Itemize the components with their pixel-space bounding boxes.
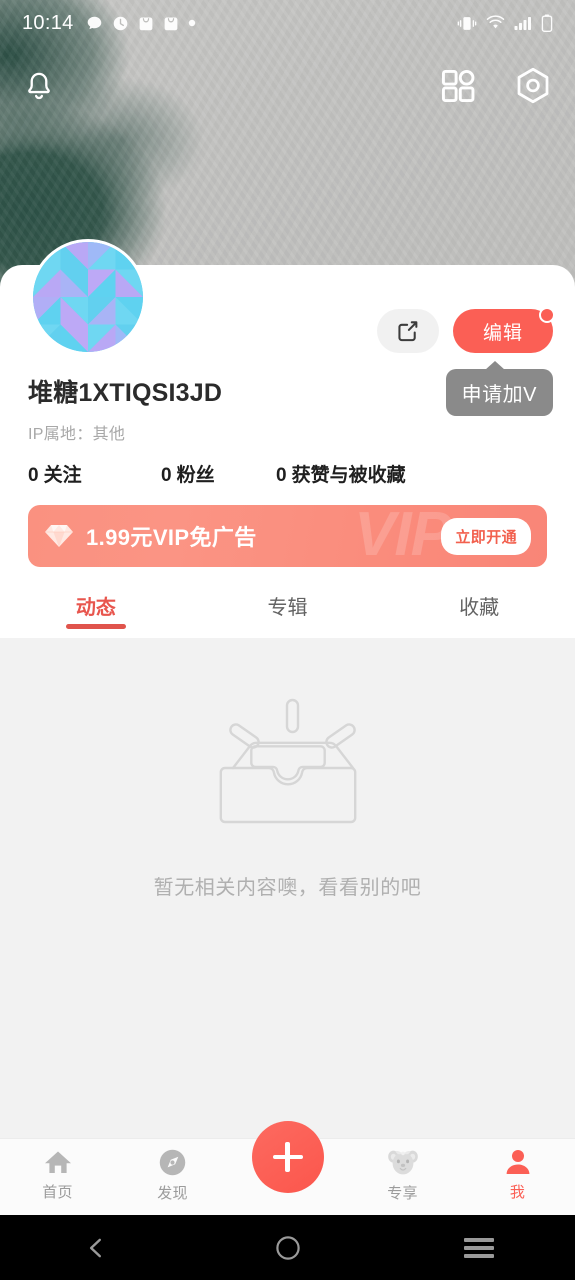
stat-following-label: 关注	[43, 465, 82, 486]
vip-banner-text: 1.99元VIP免广告	[86, 525, 257, 550]
dot-icon	[188, 19, 195, 27]
top-action-bar	[0, 52, 575, 120]
stat-likes-label: 获赞与被收藏	[291, 465, 406, 486]
status-bar: 10:14	[0, 0, 575, 46]
profile-tabs: 动态 专辑 收藏	[0, 585, 575, 638]
bag-icon	[139, 17, 152, 30]
status-bar-system-icons	[457, 14, 553, 32]
stat-following-count: 0	[28, 465, 39, 486]
tab-content-area: 暂无相关内容噢，看看别的吧	[0, 638, 575, 1142]
nav-label-home: 首页	[42, 1184, 73, 1201]
compass-icon	[159, 1149, 186, 1176]
clock-icon	[113, 16, 127, 30]
bag-icon	[164, 17, 177, 30]
person-icon	[506, 1150, 529, 1174]
vibrate-icon	[457, 16, 477, 30]
profile-stats: 0 关注 0 粉丝 0 获赞与被收藏	[28, 460, 406, 487]
nav-item-discover[interactable]: 发现	[115, 1139, 230, 1203]
android-recents-button[interactable]	[383, 1234, 575, 1262]
signal-icon	[514, 17, 531, 30]
stat-followers-count: 0	[161, 465, 172, 486]
wifi-icon	[486, 15, 505, 29]
diamond-icon	[44, 522, 74, 550]
vip-watermark: VIP	[354, 505, 452, 567]
hexagon-settings-icon[interactable]	[513, 66, 553, 106]
apply-verification-tooltip[interactable]: 申请加V	[445, 361, 553, 416]
grid-icon[interactable]	[439, 67, 477, 105]
avatar[interactable]	[30, 239, 146, 355]
status-bar-notifications	[86, 15, 196, 32]
profile-card: 编辑 申请加V 堆糖1XTIQSI3JD IP属地：其他 0 关注 0 粉丝 0 获赞…	[0, 239, 575, 638]
page-title: 堆糖1XTIQSI3JD	[28, 379, 223, 407]
home-icon	[44, 1151, 71, 1173]
share-button[interactable]	[377, 309, 439, 353]
edit-badge-dot	[539, 307, 555, 323]
nav-label-profile: 我	[509, 1184, 526, 1201]
android-navigation-bar	[0, 1215, 575, 1280]
stat-followers[interactable]: 0 粉丝	[161, 460, 276, 487]
status-bar-clock: 10:14	[22, 11, 74, 34]
stat-likes-count: 0	[276, 465, 287, 486]
edit-profile-button[interactable]: 编辑	[453, 307, 555, 353]
stat-following[interactable]: 0 关注	[28, 460, 161, 487]
nav-label-exclusive: 专享	[387, 1185, 418, 1202]
home-circle-icon	[275, 1235, 300, 1260]
tab-albums[interactable]: 专辑	[192, 585, 384, 620]
vip-banner[interactable]: VIP 1.99元VIP免广告 立即开通	[28, 505, 547, 567]
tab-dynamics[interactable]: 动态	[0, 585, 192, 620]
back-chevron-icon	[89, 1238, 101, 1257]
stat-followers-label: 粉丝	[176, 465, 215, 486]
bear-icon	[387, 1150, 418, 1175]
bottom-navigation: 首页 发现 专享 我	[0, 1121, 575, 1215]
profile-actions: 编辑	[377, 307, 555, 353]
nav-item-exclusive[interactable]: 专享	[345, 1139, 460, 1203]
vip-activate-button[interactable]: 立即开通	[441, 517, 531, 555]
android-back-button[interactable]	[0, 1235, 192, 1261]
battery-icon	[541, 14, 553, 32]
nav-item-profile[interactable]: 我	[460, 1139, 575, 1202]
bell-icon[interactable]	[22, 69, 56, 103]
empty-state-message: 暂无相关内容噢，看看别的吧	[153, 877, 422, 899]
recents-icon	[464, 1234, 495, 1262]
ip-location-label: IP属地：其他	[28, 426, 126, 443]
empty-box-icon	[203, 690, 373, 835]
stat-likes-collections[interactable]: 0 获赞与被收藏	[276, 460, 406, 487]
edit-button-label: 编辑	[482, 322, 523, 344]
nav-item-home[interactable]: 首页	[0, 1139, 115, 1202]
chat-bubble-icon	[87, 16, 101, 29]
nav-label-discover: 发现	[157, 1185, 188, 1202]
empty-state: 暂无相关内容噢，看看别的吧	[0, 690, 575, 900]
tab-collections[interactable]: 收藏	[383, 585, 575, 620]
nav-item-create[interactable]	[230, 1121, 345, 1193]
plus-fab-icon[interactable]	[251, 1121, 324, 1193]
android-home-button[interactable]	[192, 1234, 384, 1262]
